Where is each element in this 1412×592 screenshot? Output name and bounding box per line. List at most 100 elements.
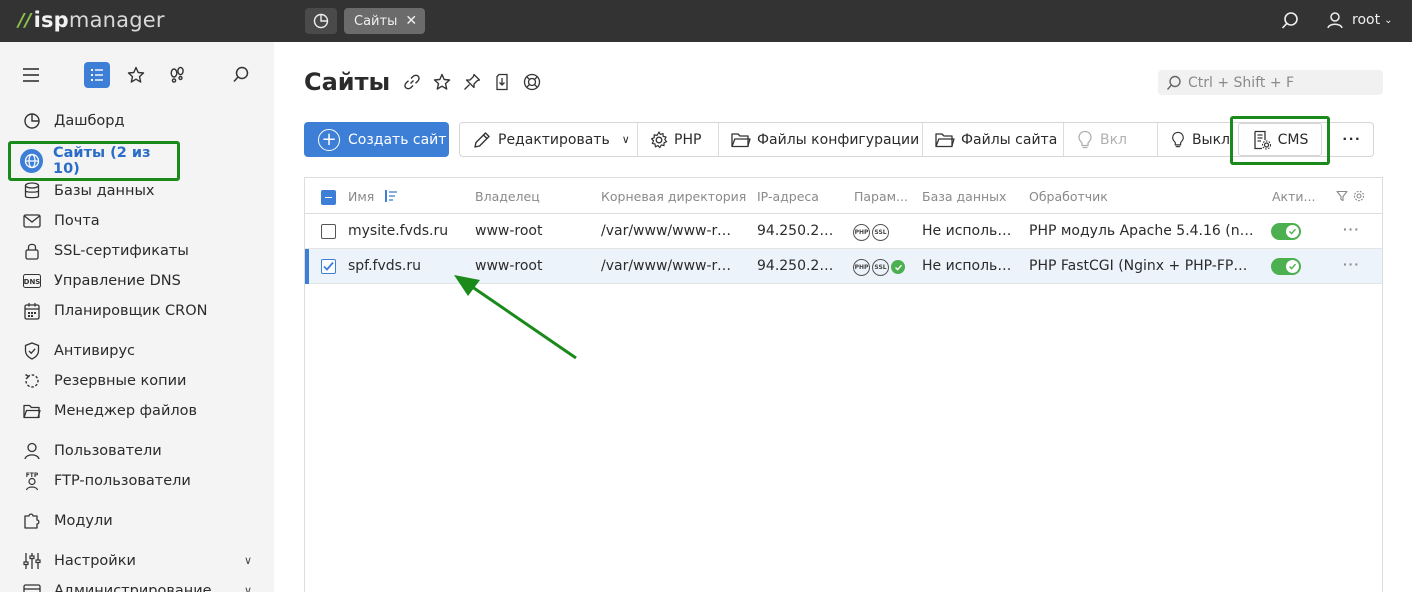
sites-table: Имя Владелец Корневая директория IP-адре… [304, 177, 1383, 592]
folder-icon [22, 401, 42, 421]
chevron-down-icon[interactable]: ∨ [244, 584, 252, 592]
user-menu[interactable]: root ⌄ [1326, 11, 1392, 29]
close-icon[interactable]: ✕ [405, 13, 417, 29]
tab-sites[interactable]: Сайты ✕ [344, 8, 426, 34]
sidebar-item-databases[interactable]: Базы данных [22, 179, 155, 203]
sidebar-item-administration[interactable]: Администрирование [22, 579, 212, 592]
site-db: Не используется [922, 258, 1014, 274]
star-icon[interactable] [432, 72, 452, 92]
sidebar-item-mail[interactable]: Почта [22, 209, 100, 233]
list-view-icon[interactable] [84, 62, 110, 88]
menu-icon[interactable] [18, 62, 44, 88]
sidebar-item-modules[interactable]: Модули [22, 509, 113, 533]
site-files-button[interactable]: Файлы сайта [923, 123, 1064, 156]
row-checkbox[interactable] [321, 259, 336, 274]
sidebar-item-ssl[interactable]: SSL-сертификаты [22, 239, 189, 263]
edit-button[interactable]: Редактировать ∨ [460, 123, 638, 156]
sidebar-item-label: Администрирование [54, 583, 212, 592]
sidebar-item-file-manager[interactable]: Менеджер файлов [22, 399, 197, 423]
site-root-dir: /var/www/www-root/data/www/mysite.fvds.r… [601, 223, 735, 239]
sidebar-item-label: Настройки [54, 553, 136, 569]
sort-icon[interactable] [384, 189, 398, 203]
active-toggle[interactable] [1271, 258, 1301, 275]
table-row[interactable]: mysite.fvds.ru www-root /var/www/www-roo… [305, 214, 1382, 249]
backup-icon [22, 371, 42, 391]
column-db[interactable]: База данных [922, 189, 1006, 204]
sidebar-item-sites[interactable]: Сайты (2 из 10) [8, 141, 180, 181]
filter-icon[interactable] [1336, 189, 1348, 207]
sidebar-item-settings[interactable]: Настройки [22, 549, 136, 573]
cms-document-gear-icon [1253, 130, 1271, 150]
column-root-dir[interactable]: Корневая директория [601, 189, 746, 204]
sidebar-item-label: Дашборд [54, 113, 125, 129]
column-ip[interactable]: IP-адреса [757, 189, 819, 204]
user-icon [1327, 12, 1343, 29]
dashboard-icon [313, 13, 329, 29]
sidebar-item-backups[interactable]: Резервные копии [22, 369, 186, 393]
ssl-badge: SSL [872, 224, 889, 241]
sidebar-item-users[interactable]: Пользователи [22, 439, 162, 463]
sidebar-item-dashboard[interactable]: Дашборд [22, 109, 125, 133]
dashboard-tab-button[interactable] [305, 8, 337, 34]
pin-icon[interactable] [462, 72, 482, 92]
row-checkbox[interactable] [321, 224, 336, 239]
folder-icon [731, 132, 751, 147]
php-label: PHP [674, 131, 702, 148]
export-icon[interactable] [492, 72, 512, 92]
site-name[interactable]: mysite.fvds.ru [348, 223, 466, 239]
logo-isp-text: isp [33, 8, 69, 32]
ftp-user-icon: FTP [22, 471, 42, 491]
user-name: root [1352, 12, 1381, 28]
sidebar-item-label: Планировщик CRON [54, 303, 208, 319]
enable-button[interactable]: Вкл [1064, 123, 1158, 156]
column-owner[interactable]: Владелец [475, 189, 540, 204]
sidebar-tools [0, 62, 274, 92]
puzzle-icon [22, 511, 42, 531]
sidebar-item-antivirus[interactable]: Антивирус [22, 339, 135, 363]
more-actions-button[interactable]: ··· [1330, 123, 1374, 156]
site-owner: www-root [475, 223, 543, 239]
sidebar-search-icon[interactable] [228, 62, 254, 88]
config-files-button[interactable]: Файлы конфигурации [719, 123, 923, 156]
row-more-button[interactable]: ··· [1343, 256, 1360, 272]
footsteps-icon[interactable] [164, 62, 190, 88]
php-badge: PHP [853, 224, 870, 241]
column-handler[interactable]: Обработчик [1029, 189, 1108, 204]
sidebar-item-cron[interactable]: Планировщик CRON [22, 299, 208, 323]
chevron-down-icon[interactable]: ∨ [244, 554, 252, 567]
search-placeholder: Ctrl + Shift + F [1188, 74, 1295, 91]
php-badge: PHP [853, 259, 870, 276]
row-more-button[interactable]: ··· [1343, 221, 1360, 237]
column-active[interactable]: Акти... [1272, 189, 1315, 204]
select-all-checkbox[interactable] [321, 190, 336, 205]
sidebar-item-dns[interactable]: DNS Управление DNS [22, 269, 181, 293]
column-params[interactable]: Парам... [854, 189, 908, 204]
disable-button[interactable]: Выкл [1158, 123, 1230, 156]
checkmark-icon [323, 261, 334, 271]
column-name-label: Имя [348, 189, 375, 204]
global-search-icon[interactable] [1280, 11, 1300, 31]
enable-label: Вкл [1100, 131, 1128, 148]
active-toggle[interactable] [1271, 223, 1301, 240]
sidebar-item-label: Модули [54, 513, 113, 529]
link-icon[interactable] [402, 72, 422, 92]
help-icon[interactable] [522, 72, 542, 92]
sidebar-item-ftp-users[interactable]: FTP FTP-пользователи [22, 469, 191, 493]
sidebar-item-label: Резервные копии [54, 373, 187, 389]
star-icon[interactable] [123, 62, 149, 88]
search-input[interactable]: Ctrl + Shift + F [1158, 70, 1383, 95]
gear-icon[interactable] [1353, 189, 1365, 207]
dashboard-icon [22, 111, 42, 131]
column-name[interactable]: Имя [348, 189, 398, 204]
chevron-down-icon: ⌄ [1384, 14, 1393, 26]
sidebar: Дашборд Сайты (2 из 10) Базы данных Почт… [0, 42, 274, 592]
create-site-label: Создать сайт [348, 131, 447, 148]
create-site-button[interactable]: + Создать сайт [304, 122, 449, 157]
logo[interactable]: // isp manager [18, 8, 165, 32]
cms-button[interactable]: CMS [1238, 123, 1322, 156]
php-button[interactable]: PHP [638, 123, 719, 156]
site-root-dir: /var/www/www-root/data/www/spf.fvds.ru [601, 258, 735, 274]
logo-manager-text: manager [68, 8, 165, 32]
sidebar-item-label: FTP-пользователи [54, 473, 191, 489]
lightbulb-icon [1172, 131, 1184, 147]
